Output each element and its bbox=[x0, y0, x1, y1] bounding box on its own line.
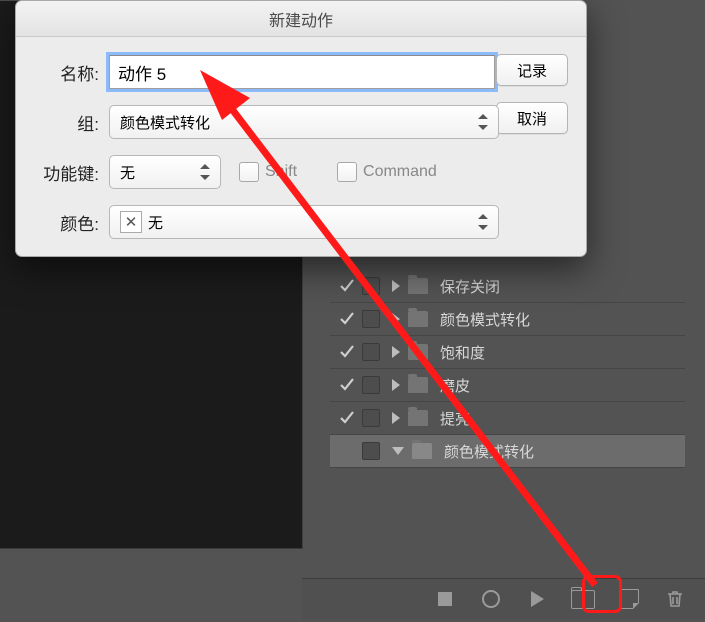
check-icon[interactable] bbox=[338, 277, 356, 295]
check-icon[interactable] bbox=[338, 343, 356, 361]
action-row[interactable]: 饱和度 bbox=[330, 336, 685, 369]
new-action-button[interactable] bbox=[617, 587, 641, 611]
command-checkbox[interactable] bbox=[337, 162, 357, 182]
action-row[interactable]: 颜色模式转化 bbox=[330, 435, 685, 468]
set-select[interactable]: 颜色模式转化 bbox=[109, 105, 499, 139]
action-label: 颜色模式转化 bbox=[444, 441, 534, 462]
folder-icon bbox=[408, 410, 428, 426]
chevron-updown-icon bbox=[478, 114, 488, 130]
shift-label: Shift bbox=[265, 163, 297, 181]
set-select-value: 颜色模式转化 bbox=[120, 112, 210, 133]
folder-icon bbox=[571, 590, 595, 609]
disclosure-icon[interactable] bbox=[392, 280, 400, 292]
new-action-icon bbox=[619, 589, 639, 609]
fn-key-select[interactable]: 无 bbox=[109, 155, 221, 189]
disclosure-icon[interactable] bbox=[392, 313, 400, 325]
check-icon[interactable] bbox=[338, 409, 356, 427]
color-label: 颜色: bbox=[34, 210, 99, 235]
folder-icon bbox=[408, 344, 428, 360]
new-action-dialog: 新建动作 记录 取消 名称: 组: 颜色模式转化 功能键: 无 bbox=[15, 0, 587, 257]
fn-select-value: 无 bbox=[120, 162, 135, 183]
action-label: 保存关闭 bbox=[440, 276, 500, 297]
disclosure-icon[interactable] bbox=[392, 379, 400, 391]
color-select[interactable]: ✕无 bbox=[109, 205, 499, 239]
action-row[interactable]: 颜色模式转化 bbox=[330, 303, 685, 336]
action-label: 提亮 bbox=[440, 408, 470, 429]
play-button[interactable] bbox=[525, 587, 549, 611]
action-label: 磨皮 bbox=[440, 375, 470, 396]
cancel-button[interactable]: 取消 bbox=[496, 102, 568, 134]
action-row[interactable]: 提亮 bbox=[330, 402, 685, 435]
toggle-square[interactable] bbox=[362, 376, 380, 394]
shift-checkbox[interactable] bbox=[239, 162, 259, 182]
toggle-square[interactable] bbox=[362, 343, 380, 361]
disclosure-icon[interactable] bbox=[392, 447, 404, 455]
trash-icon bbox=[665, 589, 685, 609]
stop-button[interactable] bbox=[433, 587, 457, 611]
folder-icon bbox=[408, 278, 428, 294]
action-name-input[interactable] bbox=[109, 55, 495, 89]
toggle-square[interactable] bbox=[362, 277, 380, 295]
action-label: 饱和度 bbox=[440, 342, 485, 363]
record-button-label: 记录 bbox=[517, 60, 547, 81]
command-label: Command bbox=[363, 163, 437, 181]
name-label: 名称: bbox=[34, 60, 99, 85]
chevron-updown-icon bbox=[200, 164, 210, 180]
action-row[interactable]: 磨皮 bbox=[330, 369, 685, 402]
disclosure-icon[interactable] bbox=[392, 346, 400, 358]
toggle-square[interactable] bbox=[362, 409, 380, 427]
action-list: 保存关闭 颜色模式转化 饱和度 bbox=[330, 270, 685, 468]
stop-icon bbox=[438, 592, 452, 606]
none-swatch-icon: ✕ bbox=[120, 211, 142, 233]
folder-icon bbox=[408, 311, 428, 327]
folder-open-icon bbox=[412, 443, 432, 459]
check-icon[interactable] bbox=[338, 442, 356, 460]
play-icon bbox=[531, 591, 544, 607]
action-row[interactable]: 保存关闭 bbox=[330, 270, 685, 303]
new-set-button[interactable] bbox=[571, 587, 595, 611]
actions-bottom-bar bbox=[302, 578, 705, 619]
set-label: 组: bbox=[34, 110, 99, 135]
check-icon[interactable] bbox=[338, 310, 356, 328]
action-label: 颜色模式转化 bbox=[440, 309, 530, 330]
dialog-title: 新建动作 bbox=[16, 1, 586, 37]
check-icon[interactable] bbox=[338, 376, 356, 394]
fn-label: 功能键: bbox=[34, 160, 99, 185]
toggle-square[interactable] bbox=[362, 442, 380, 460]
toggle-square[interactable] bbox=[362, 310, 380, 328]
chevron-updown-icon bbox=[478, 214, 488, 230]
disclosure-icon[interactable] bbox=[392, 412, 400, 424]
color-select-value: 无 bbox=[148, 212, 163, 233]
record-button[interactable]: 记录 bbox=[496, 54, 568, 86]
delete-button[interactable] bbox=[663, 587, 687, 611]
cancel-button-label: 取消 bbox=[517, 108, 547, 129]
folder-icon bbox=[408, 377, 428, 393]
record-button[interactable] bbox=[479, 587, 503, 611]
record-icon bbox=[482, 590, 500, 608]
